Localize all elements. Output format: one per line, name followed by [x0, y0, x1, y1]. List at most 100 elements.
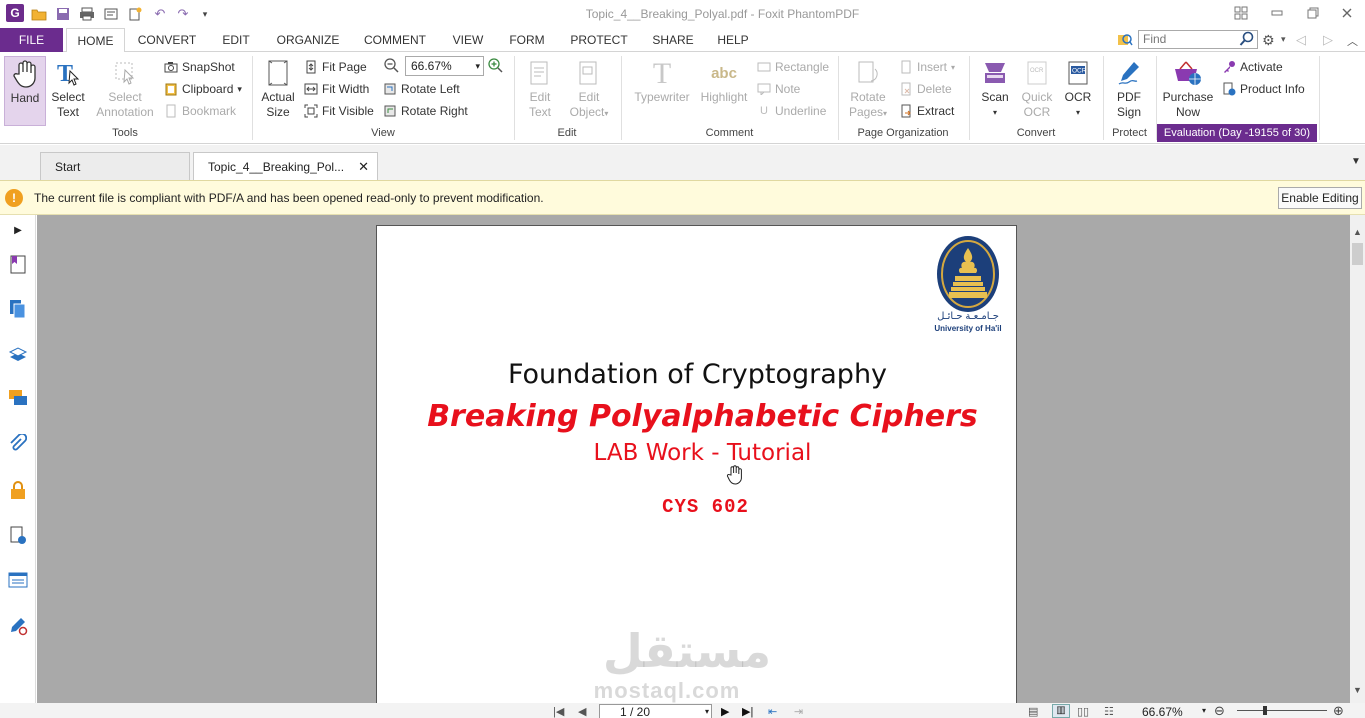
tab-start[interactable]: Start: [40, 152, 190, 180]
scroll-up-icon[interactable]: ▲: [1353, 227, 1362, 237]
note-button[interactable]: Note: [757, 80, 800, 98]
edit-text-button[interactable]: Edit Text: [520, 56, 560, 120]
purchase-now-label-1: Purchase: [1162, 90, 1214, 104]
find-options-icon[interactable]: [1117, 32, 1133, 51]
zoom-level[interactable]: 66.67%: [1142, 705, 1183, 718]
previous-result-icon[interactable]: ◁: [1296, 32, 1306, 48]
tab-home[interactable]: HOME: [66, 28, 125, 53]
purchase-now-button[interactable]: Purchase Now: [1160, 56, 1216, 120]
page-number-input[interactable]: 1 / 20 ▾: [599, 704, 712, 718]
scroll-down-icon[interactable]: ▼: [1353, 685, 1362, 695]
zoom-select[interactable]: 66.67% ▾: [405, 56, 484, 76]
tab-protect[interactable]: PROTECT: [562, 28, 636, 52]
hand-cursor-icon: [726, 465, 744, 488]
vertical-scrollbar[interactable]: ▲ ▼: [1350, 215, 1365, 703]
clipboard-button[interactable]: Clipboard ▾: [164, 80, 242, 98]
restore-button[interactable]: [1300, 4, 1326, 22]
underline-icon: U: [760, 105, 768, 117]
tab-file[interactable]: FILE: [0, 28, 63, 52]
tab-share[interactable]: SHARE: [644, 28, 702, 52]
university-name-english: University of Ha'il: [934, 324, 1002, 333]
expand-panel-icon[interactable]: ▶: [8, 219, 28, 241]
attachments-panel-icon[interactable]: [8, 433, 28, 455]
select-annotation-button[interactable]: Select Annotation: [92, 56, 158, 120]
first-page-icon[interactable]: |◀: [553, 705, 564, 718]
collapse-ribbon-icon[interactable]: ︿: [1347, 33, 1358, 49]
comments-panel-icon[interactable]: [8, 387, 28, 409]
rectangle-button[interactable]: Rectangle: [757, 58, 829, 76]
tab-form[interactable]: FORM: [501, 28, 553, 52]
scroll-thumb[interactable]: [1352, 243, 1363, 265]
pdf-sign-button[interactable]: PDF Sign: [1108, 56, 1150, 120]
actual-size-button[interactable]: Actual Size: [258, 56, 298, 120]
snapshot-button[interactable]: SnapShot: [164, 58, 235, 76]
scan-button[interactable]: Scan ▾: [976, 56, 1014, 120]
tab-list-dropdown-icon[interactable]: ▼: [1351, 156, 1361, 167]
ribbon-display-icon[interactable]: [1228, 4, 1254, 22]
next-result-icon[interactable]: ▷: [1323, 32, 1333, 48]
underline-button[interactable]: U Underline: [757, 102, 826, 120]
insert-button[interactable]: Insert ▾: [899, 58, 955, 76]
product-info-button[interactable]: Product Info: [1222, 80, 1305, 98]
rotate-left-button[interactable]: Rotate Left: [383, 80, 460, 98]
layers-panel-icon[interactable]: [8, 343, 28, 365]
zoom-in-icon[interactable]: [487, 57, 503, 76]
bookmarks-panel-icon[interactable]: [8, 253, 28, 275]
extract-button[interactable]: Extract: [899, 102, 954, 120]
security-lock-icon[interactable]: [8, 479, 28, 501]
edit-object-button[interactable]: Edit Object▾: [564, 56, 614, 121]
zoom-dropdown-icon: ▾: [475, 61, 480, 71]
next-view-icon[interactable]: ⇥: [794, 705, 803, 718]
content-panel-icon[interactable]: [8, 569, 28, 591]
previous-page-icon[interactable]: ◀: [578, 705, 586, 718]
continuous-facing-view-icon[interactable]: ☷: [1104, 705, 1114, 718]
tab-convert[interactable]: CONVERT: [130, 28, 204, 52]
gear-icon[interactable]: ⚙: [1262, 32, 1275, 49]
zoom-level-dropdown-icon[interactable]: ▾: [1202, 706, 1206, 715]
last-page-icon[interactable]: ▶|: [742, 705, 753, 718]
close-tab-icon[interactable]: ✕: [358, 153, 369, 181]
next-page-icon[interactable]: ▶: [721, 705, 729, 718]
search-icon[interactable]: [1239, 31, 1255, 50]
rotate-right-button[interactable]: Rotate Right: [383, 102, 468, 120]
actual-size-label-2: Size: [266, 105, 290, 119]
minimize-button[interactable]: [1264, 4, 1290, 22]
highlight-button[interactable]: abc Highlight: [698, 56, 750, 105]
continuous-view-icon[interactable]: ▥: [1052, 704, 1070, 718]
fit-page-button[interactable]: Fit Page: [304, 58, 367, 76]
fit-page-icon: [304, 60, 318, 74]
zoom-slider[interactable]: [1237, 710, 1327, 711]
settings-dropdown-icon[interactable]: ▾: [1281, 34, 1286, 45]
delete-button[interactable]: Delete: [899, 80, 952, 98]
tab-current-document[interactable]: Topic_4__Breaking_Pol... ✕: [193, 152, 378, 180]
certify-panel-icon[interactable]: [8, 615, 28, 637]
rotate-pages-label-2: Pages▾: [848, 105, 888, 119]
activate-button[interactable]: Activate: [1222, 58, 1283, 76]
zoom-out-icon[interactable]: [383, 57, 399, 76]
quick-ocr-label-1: Quick: [1021, 90, 1053, 104]
tab-help[interactable]: HELP: [710, 28, 756, 52]
status-zoom-out-icon[interactable]: ⊖: [1214, 703, 1225, 718]
fit-visible-button[interactable]: Fit Visible: [304, 102, 374, 120]
select-text-button[interactable]: T Select Text: [48, 56, 88, 120]
tab-organize[interactable]: ORGANIZE: [268, 28, 348, 52]
rotate-pages-button[interactable]: Rotate Pages▾: [844, 56, 892, 121]
single-page-view-icon[interactable]: ▤: [1028, 705, 1038, 718]
bookmark-button[interactable]: Bookmark: [164, 102, 236, 120]
status-zoom-in-icon[interactable]: ⊕: [1333, 703, 1344, 718]
tab-edit[interactable]: EDIT: [214, 28, 258, 52]
fit-width-button[interactable]: Fit Width: [304, 80, 369, 98]
pages-panel-icon[interactable]: [8, 298, 28, 320]
quick-ocr-button[interactable]: OCR Quick OCR: [1018, 56, 1056, 120]
ocr-button[interactable]: OCR OCR ▾: [1060, 56, 1096, 120]
previous-view-icon[interactable]: ⇤: [768, 705, 777, 718]
close-window-button[interactable]: [1334, 4, 1360, 22]
typewriter-button[interactable]: T Typewriter: [630, 56, 694, 105]
zoom-slider-thumb[interactable]: [1263, 706, 1267, 715]
facing-view-icon[interactable]: ▯▯: [1077, 705, 1089, 718]
tab-view[interactable]: VIEW: [443, 28, 493, 52]
enable-editing-button[interactable]: Enable Editing: [1278, 187, 1362, 209]
signatures-panel-icon[interactable]: [8, 525, 28, 547]
hand-tool-button[interactable]: Hand: [4, 56, 46, 126]
tab-comment[interactable]: COMMENT: [357, 28, 433, 52]
